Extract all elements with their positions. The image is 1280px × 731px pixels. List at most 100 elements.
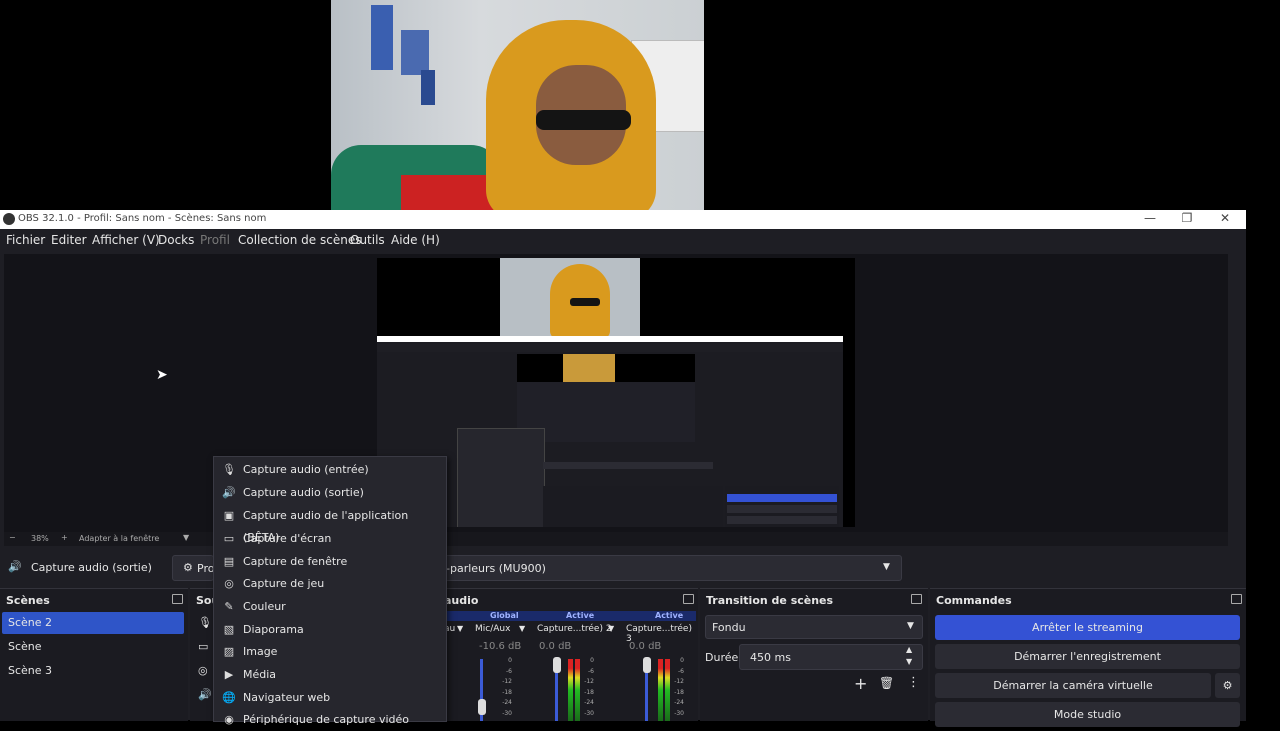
add-icon[interactable]: +: [854, 674, 867, 693]
menu-item-browser[interactable]: 🌐 Navigateur web: [214, 687, 446, 709]
controls-title: Commandes: [936, 594, 1012, 607]
scene-item[interactable]: Scène: [2, 636, 184, 658]
scale-tick: -6: [678, 667, 684, 675]
chevron-down-icon[interactable]: ▼: [519, 624, 525, 633]
menu-item-window-capture[interactable]: ▤ Capture de fenêtre: [214, 551, 446, 573]
duration-label: Durée: [705, 651, 739, 664]
menu-item-image[interactable]: ▨ Image: [214, 641, 446, 663]
menu-view[interactable]: Afficher (V): [92, 233, 160, 247]
meter-scale: 0 -6 -12 -18 -24 -30: [670, 656, 684, 719]
audio-device-select[interactable]: -parleurs (MU900) ▼: [440, 555, 902, 581]
chevron-down-icon[interactable]: ▼: [906, 657, 912, 666]
level-meter: [658, 659, 663, 721]
menu-item-label: Capture d'écran: [243, 532, 332, 545]
menu-item-screen-capture[interactable]: ▭ Capture d'écran: [214, 528, 446, 550]
chevron-up-icon[interactable]: ▲: [906, 645, 912, 654]
menu-item-slideshow[interactable]: ▧ Diaporama: [214, 619, 446, 641]
microphone-icon: 🎙: [222, 463, 236, 476]
channel-db: 0.0 dB: [539, 641, 572, 652]
channel-name: Mic/Aux: [475, 624, 511, 634]
preview-nested-webcam: [563, 354, 615, 382]
chevron-down-icon[interactable]: ▼: [457, 624, 463, 633]
start-recording-button[interactable]: Démarrer l'enregistrement: [935, 644, 1240, 669]
preview-glasses: [570, 298, 600, 306]
scene-item[interactable]: Scène 2: [2, 612, 184, 634]
menu-item-game-capture[interactable]: ◎ Capture de jeu: [214, 573, 446, 595]
menu-item-video-capture[interactable]: ◉ Périphérique de capture vidéo: [214, 709, 446, 731]
zoom-level: 38%: [31, 534, 49, 543]
menu-tools[interactable]: Outils: [350, 233, 385, 247]
scene-item[interactable]: Scène 3: [2, 660, 184, 682]
duration-input[interactable]: 450 ms ▲ ▼: [739, 644, 923, 670]
preview-nested-stream-btn: [727, 494, 837, 502]
menu-file[interactable]: Fichier: [6, 233, 45, 247]
menu-item-label: Capture de jeu: [243, 577, 325, 590]
brush-icon: ✎: [224, 600, 234, 613]
wall-poster: [401, 30, 429, 75]
menu-item-label: Couleur: [243, 600, 286, 613]
window-icon: ▤: [223, 555, 235, 568]
meter-scale: 0 -6 -12 -18 -24 -30: [580, 656, 594, 719]
preview-webcam: [500, 258, 640, 339]
virtual-camera-settings-button[interactable]: ⚙: [1215, 673, 1240, 698]
speaker-icon: 🔊: [222, 486, 236, 499]
chevron-down-icon: ▼: [883, 562, 890, 572]
minimize-button[interactable]: —: [1135, 211, 1165, 225]
trash-icon[interactable]: 🗑: [879, 676, 894, 690]
properties-label: Pro: [197, 562, 215, 575]
studio-mode-button[interactable]: Mode studio: [935, 702, 1240, 727]
dock-float-icon[interactable]: [172, 594, 183, 604]
menu-item-app-audio[interactable]: ▣ Capture audio de l'application (BÊTA): [214, 505, 446, 544]
menu-item-color[interactable]: ✎ Couleur: [214, 596, 446, 618]
menu-edit[interactable]: Editer: [51, 233, 87, 247]
fader-handle[interactable]: [643, 657, 651, 673]
dock-float-icon[interactable]: [1231, 594, 1242, 604]
more-options-icon[interactable]: ⋮: [907, 675, 920, 690]
menu-help[interactable]: Aide (H): [391, 233, 440, 247]
menu-scene-collection[interactable]: Collection de scènes: [238, 233, 361, 247]
global-label: Global: [490, 611, 519, 620]
preview-nested-menu: [377, 344, 843, 352]
chevron-down-icon[interactable]: ▼: [608, 624, 614, 633]
transition-select[interactable]: Fondu ▼: [705, 615, 923, 639]
fit-to-window[interactable]: Adapter à la fenêtre: [79, 534, 159, 543]
menu-docks[interactable]: Docks: [158, 233, 194, 247]
preview-output[interactable]: [377, 258, 855, 527]
title-bar: OBS 32.1.0 - Profil: Sans nom - Scènes: …: [0, 210, 1246, 229]
maximize-button[interactable]: ❐: [1172, 211, 1202, 225]
menu-item-label: Capture de fenêtre: [243, 555, 348, 568]
monitor-icon: ▭: [198, 640, 209, 653]
dock-float-icon[interactable]: [683, 594, 694, 604]
scale-tick: -12: [502, 678, 512, 685]
zoom-in-button[interactable]: +: [61, 533, 68, 542]
selected-source-name: Capture audio (sortie): [31, 561, 152, 574]
scenes-dock: Scènes Scène 2 Scène Scène 3: [0, 588, 188, 721]
preview-nested-controls: [725, 486, 839, 527]
wall-poster: [371, 5, 393, 70]
meter-scale: 0 -6 -12 -18 -24 -30: [498, 656, 512, 719]
obs-window: OBS 32.1.0 - Profil: Sans nom - Scènes: …: [0, 210, 1246, 727]
properties-button[interactable]: ⚙ Pro: [172, 555, 214, 581]
fader-handle[interactable]: [553, 657, 561, 673]
fader-handle[interactable]: [478, 699, 486, 715]
start-virtual-camera-button[interactable]: Démarrer la caméra virtuelle: [935, 673, 1211, 698]
dock-float-icon[interactable]: [911, 594, 922, 604]
scale-tick: -12: [674, 678, 684, 685]
menu-item-audio-output[interactable]: 🔊 Capture audio (sortie): [214, 482, 446, 504]
chevron-down-icon[interactable]: ▼: [183, 533, 189, 542]
menu-profile[interactable]: Profil: [200, 233, 230, 247]
menu-item-label: Périphérique de capture vidéo: [243, 713, 409, 726]
stop-streaming-button[interactable]: Arrêter le streaming: [935, 615, 1240, 640]
channel-name: Capture...trée) 2: [537, 624, 612, 634]
scale-tick: -18: [674, 688, 684, 696]
channel-db: 0.0 dB: [629, 641, 662, 652]
menu-item-audio-input[interactable]: 🎙 Capture audio (entrée): [214, 459, 446, 481]
controls-dock: Commandes Arrêter le streaming Démarrer …: [930, 588, 1246, 727]
menu-item-media[interactable]: ▶ Média: [214, 664, 446, 686]
scale-tick: -12: [584, 678, 594, 685]
scale-tick: 0: [590, 657, 594, 664]
close-button[interactable]: ✕: [1210, 211, 1240, 225]
speaker-icon: 🔊: [198, 688, 212, 701]
mouse-cursor-icon: ➤: [156, 367, 168, 383]
zoom-out-button[interactable]: −: [9, 533, 16, 542]
